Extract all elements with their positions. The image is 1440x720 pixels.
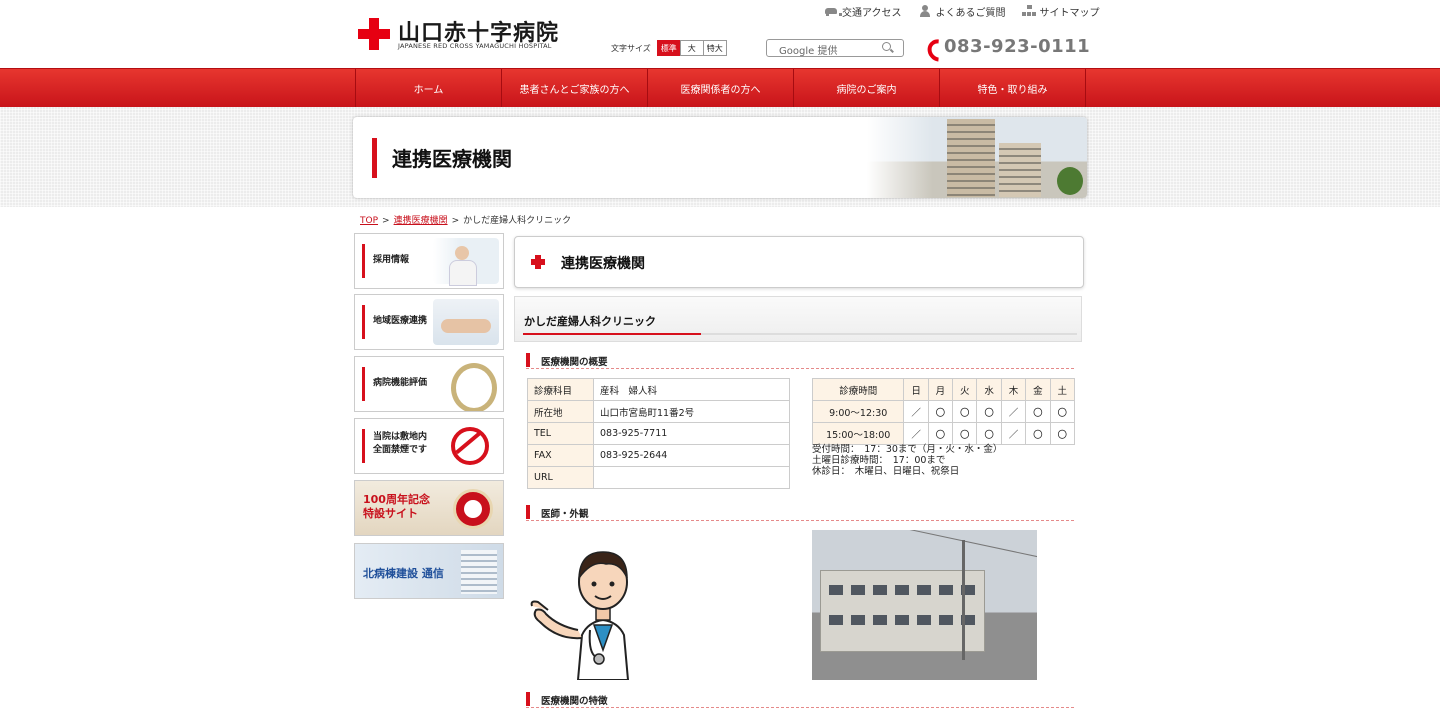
font-size-label: 文字サイズ xyxy=(611,43,651,53)
breadcrumb: TOP > 連携医療機関 > かしだ産婦人科クリニック xyxy=(360,213,571,226)
table-row: 9:00～12:30 ／〇〇 〇／〇 〇 xyxy=(811,400,1076,423)
accreditation-seal-icon xyxy=(433,361,499,411)
nav-item-home[interactable]: ホーム xyxy=(356,69,502,107)
site-header: 山口赤十字病院 JAPANESE RED CROSS YAMAGUCHI HOS… xyxy=(0,0,1440,70)
handshake-image xyxy=(433,299,499,345)
hospital-building-image xyxy=(867,117,1087,198)
url-value[interactable] xyxy=(593,466,790,489)
phone-number: 083-923-0111 xyxy=(944,36,1091,57)
section-title: 医療機関の概要 xyxy=(541,357,608,368)
clinic-name: かしだ産婦人科クリニック xyxy=(524,315,656,328)
closed-days-note: 休診日： 木曜日、日曜日、祝祭日 xyxy=(812,466,960,477)
recruit-banner-label: 採用情報 xyxy=(373,255,410,265)
breadcrumb-current: かしだ産婦人科クリニック xyxy=(463,216,572,226)
no-smoking-icon xyxy=(433,423,499,469)
font-size-switcher: 文字サイズ 標準 大 特大 xyxy=(611,40,727,56)
person-icon xyxy=(918,5,932,17)
recruit-banner[interactable]: 採用情報 xyxy=(354,233,504,289)
clinic-exterior-photo xyxy=(812,530,1037,680)
staff-illustration xyxy=(433,238,499,286)
hospital-evaluation-banner[interactable]: 病院機能評価 xyxy=(354,356,504,412)
phone-icon xyxy=(926,38,942,56)
search-input[interactable]: Google 提供 xyxy=(766,39,904,57)
main-heading: 連携医療機関 xyxy=(561,256,645,272)
table-row: TEL 083-925-7711 xyxy=(527,422,790,445)
north-ward-label: 北病棟建設 通信 xyxy=(363,567,444,580)
table-row: FAX 083-925-2644 xyxy=(527,444,790,467)
page-title-box: 連携医療機関 xyxy=(353,117,1087,198)
page-title: 連携医療機関 xyxy=(392,147,512,171)
regional-cooperation-banner[interactable]: 地域医療連携 xyxy=(354,294,504,350)
table-row: URL xyxy=(527,466,790,489)
main-heading-box: 連携医療機関 xyxy=(514,236,1084,288)
no-smoking-label: 当院は敷地内 全面禁煙です xyxy=(373,432,428,455)
reception-hours-note: 受付時間： 17：30まで（月・火・水・金） xyxy=(812,444,1003,455)
search-icon[interactable] xyxy=(882,42,891,51)
table-row: 15:00～18:00 ／〇〇 〇／〇 〇 xyxy=(811,422,1076,445)
nav-item-medical-professionals[interactable]: 医療関係者の方へ xyxy=(648,69,794,107)
utility-links: 交通アクセス よくあるご質問 サイトマップ xyxy=(824,4,1100,19)
red-cross-icon xyxy=(358,18,390,50)
section-heading-overview: 医療機関の概要 xyxy=(526,353,1074,369)
section-heading-features: 医療機関の特徴 xyxy=(526,692,1074,708)
section-heading-doctor: 医師・外観 xyxy=(526,505,1074,521)
sitemap-icon xyxy=(1021,5,1036,17)
anniversary-label: 100周年記念 特設サイト xyxy=(363,493,430,520)
evaluation-banner-label: 病院機能評価 xyxy=(373,378,428,388)
north-ward-building-image xyxy=(461,550,497,594)
no-smoking-banner[interactable]: 当院は敷地内 全面禁煙です xyxy=(354,418,504,474)
north-ward-news-banner[interactable]: 北病棟建設 通信 xyxy=(354,543,504,599)
anniversary-badge-icon xyxy=(453,489,493,529)
nav-item-features[interactable]: 特色・取り組み xyxy=(940,69,1086,107)
section-title: 医療機関の特徴 xyxy=(541,696,608,707)
global-nav: ホーム 患者さんとご家族の方へ 医療関係者の方へ 病院のご案内 特色・取り組み xyxy=(0,68,1440,107)
phone-number-block: 083-923-0111 xyxy=(926,36,1090,57)
nav-item-about[interactable]: 病院のご案内 xyxy=(794,69,940,107)
access-link-label: 交通アクセス xyxy=(842,7,902,19)
hours-notes: 受付時間： 17：30まで（月・火・水・金） 土曜日診療時間： 17：00まで … xyxy=(812,444,1002,477)
section-title: 医師・外観 xyxy=(541,509,589,520)
doctor-illustration xyxy=(530,551,630,680)
clinic-heading-box: かしだ産婦人科クリニック xyxy=(514,296,1082,342)
clinic-heading-underline xyxy=(523,333,1077,335)
table-header-row: 診療時間 日月火 水木金 土 xyxy=(811,378,1076,401)
breadcrumb-top-link[interactable]: TOP xyxy=(360,216,378,226)
table-row: 所在地 山口市宮島町11番2号 xyxy=(527,400,790,423)
access-link[interactable]: 交通アクセス xyxy=(824,4,902,19)
breadcrumb-separator: > xyxy=(382,216,390,226)
red-cross-icon xyxy=(531,255,545,269)
faq-link-label: よくあるご質問 xyxy=(935,7,1006,19)
consultation-hours-table: 診療時間 日月火 水木金 土 9:00～12:30 ／〇〇 〇／〇 〇 15:0… xyxy=(811,378,1076,445)
font-size-standard-button[interactable]: 標準 xyxy=(656,40,681,56)
anniversary-site-banner[interactable]: 100周年記念 特設サイト xyxy=(354,480,504,536)
clinic-info-table: 診療科目 産科 婦人科 所在地 山口市宮島町11番2号 TEL 083-925-771… xyxy=(527,378,790,489)
faq-link[interactable]: よくあるご質問 xyxy=(918,4,1006,19)
sitemap-link-label: サイトマップ xyxy=(1039,7,1100,19)
saturday-hours-note: 土曜日診療時間： 17：00まで xyxy=(812,455,946,466)
breadcrumb-separator: > xyxy=(451,216,460,226)
breadcrumb-parent-link[interactable]: 連携医療機関 xyxy=(394,216,448,226)
car-icon xyxy=(824,5,842,17)
sitemap-link[interactable]: サイトマップ xyxy=(1021,4,1100,19)
nav-item-patients[interactable]: 患者さんとご家族の方へ xyxy=(502,69,648,107)
regional-banner-label: 地域医療連携 xyxy=(373,316,428,326)
font-size-large-button[interactable]: 大 xyxy=(679,40,704,56)
search-placeholder: Google 提供 xyxy=(779,46,838,57)
table-row: 診療科目 産科 婦人科 xyxy=(527,378,790,401)
title-accent-bar xyxy=(372,138,377,178)
logo-subtitle: JAPANESE RED CROSS YAMAGUCHI HOSPITAL xyxy=(398,42,552,50)
font-size-xlarge-button[interactable]: 特大 xyxy=(702,40,727,56)
